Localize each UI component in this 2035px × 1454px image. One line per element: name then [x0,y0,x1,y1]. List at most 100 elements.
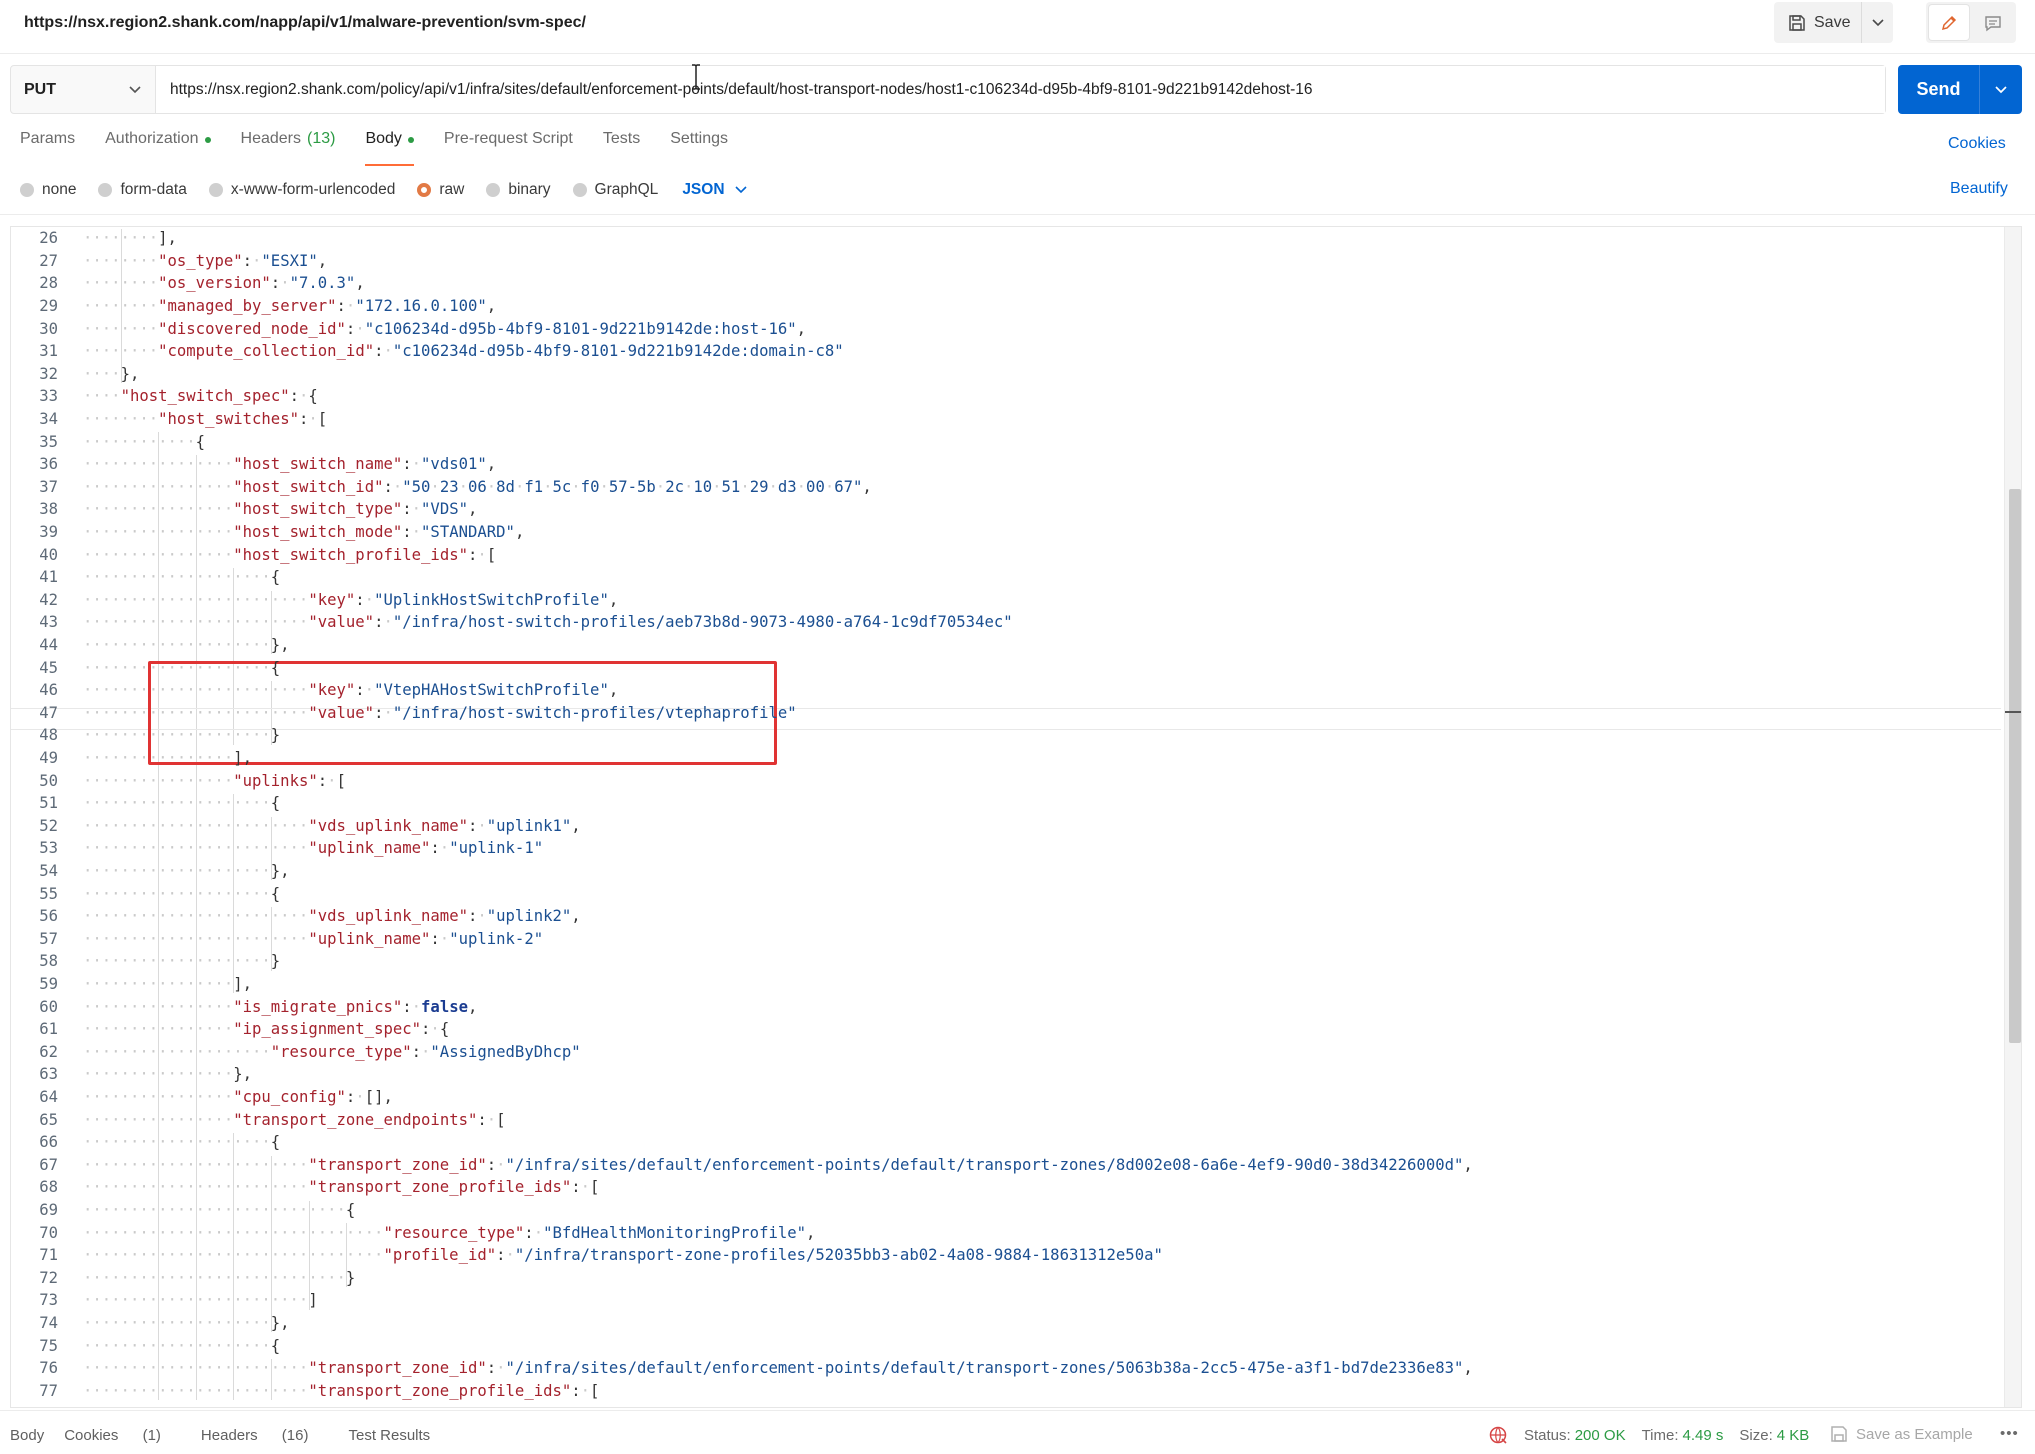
tab-body[interactable]: Body [365,130,415,166]
line-number: 56 [39,907,58,926]
response-tab-test-results[interactable]: Test Results [348,1427,430,1444]
status-dot [407,137,414,143]
tab-label: Params [20,130,76,147]
line-number: 40 [39,545,58,564]
time-value[interactable]: 4.49 s [1683,1427,1724,1444]
tab-prerequest-script[interactable]: Pre-request Script [444,130,573,166]
code-line: 59 ················], [11,973,2001,996]
code-text: ················"transport_zone_endpoint… [83,1110,506,1129]
method-label: PUT [24,80,56,98]
save-options-button[interactable] [1862,2,1893,43]
globe-icon[interactable] [1488,1425,1508,1445]
radio-circle [20,183,34,197]
code-line: 26 ········], [11,227,2001,250]
radio-raw[interactable]: raw [417,181,464,199]
code-line: 28 ········"os_version":·"7.0.3", [11,272,2001,295]
code-text: ························"transport_zone_… [83,1381,600,1400]
line-number: 69 [39,1201,58,1220]
comments-button[interactable] [1973,5,2013,40]
response-bar: Body Cookies (1) Headers (16) Test Resul… [0,1410,2035,1454]
line-number: 48 [39,726,58,745]
send-button[interactable]: Send [1898,65,1980,114]
send-options-button[interactable] [1980,65,2022,114]
response-tab-headers[interactable]: Headers (16) [201,1427,329,1444]
code-line: 66 ····················{ [11,1131,2001,1154]
code-text: ························"key":·"VtepHAHo… [83,681,619,700]
url-input[interactable]: https://nsx.region2.shank.com/policy/api… [156,66,1885,113]
line-number: 46 [39,681,58,700]
editor-scrollbar[interactable] [2004,227,2021,1407]
more-options-icon[interactable]: ••• [2000,1425,2019,1442]
code-line: 46 ························"key":·"VtepHA… [11,679,2001,702]
title-bar: https://nsx.region2.shank.com/napp/api/v… [0,0,2035,54]
line-number: 43 [39,613,58,632]
code-text: ········"discovered_node_id":·"c106234d-… [83,319,807,338]
code-text: ····················}, [83,862,290,881]
code-line: 31 ········"compute_collection_id":·"c106… [11,340,2001,363]
code-line: 57 ························"uplink_name":… [11,928,2001,951]
line-number: 67 [39,1155,58,1174]
request-tab-title[interactable]: https://nsx.region2.shank.com/napp/api/v… [24,14,586,32]
code-line: 50 ················"uplinks":·[ [11,769,2001,792]
cookies-link[interactable]: Cookies [1948,135,2006,153]
line-number: 39 [39,523,58,542]
save-as-example-button[interactable]: Save as Example [1830,1425,1973,1443]
tab-authorization[interactable]: Authorization [105,130,211,166]
line-number: 73 [39,1291,58,1310]
size-value[interactable]: 4 KB [1777,1427,1810,1444]
radio-binary[interactable]: binary [486,181,551,199]
size-label: Size: [1739,1426,1773,1444]
response-tab-cookies[interactable]: Cookies (1) [64,1427,181,1444]
code-text: ························"transport_zone_… [83,1155,1473,1174]
radio-none[interactable]: none [20,181,76,199]
line-number: 77 [39,1381,58,1400]
code-text: ························"transport_zone_… [83,1178,600,1197]
request-bar: PUT https://nsx.region2.shank.com/policy… [10,65,1886,114]
code-text: ····················"resource_type":·"As… [83,1042,581,1061]
line-number: 58 [39,952,58,971]
code-text: ················"host_switch_profile_ids… [83,545,497,564]
code-line: 62 ····················"resource_type":·"… [11,1041,2001,1064]
beautify-link[interactable]: Beautify [1950,180,2008,198]
code-line: 32 ····}, [11,363,2001,386]
code-line: 58 ····················} [11,950,2001,973]
code-line: 34 ········"host_switches":·[ [11,408,2001,431]
line-number: 64 [39,1088,58,1107]
code-line: 70 ································"resou… [11,1221,2001,1244]
response-tab-body[interactable]: Body [10,1427,44,1444]
status-dot [204,137,211,143]
code-text: ························"uplink_name":·"… [83,929,544,948]
tab-settings[interactable]: Settings [670,130,728,166]
save-group: Save [1774,2,1893,43]
code-line: 43 ························"value":·"/inf… [11,611,2001,634]
code-text: ························"vds_uplink_name… [83,907,581,926]
scrollbar-thumb[interactable] [2009,489,2021,1043]
format-select[interactable]: JSON [682,181,747,199]
code-editor[interactable]: 26 ········], 27 ········"os_type":·"ESXI",… [10,226,2022,1408]
line-number: 63 [39,1065,58,1084]
chevron-down-icon [129,85,141,93]
save-button[interactable]: Save [1774,2,1862,43]
code-line: 52 ························"vds_uplink_na… [11,815,2001,838]
radio-form-data[interactable]: form-data [98,181,187,199]
radio-circle [98,183,113,197]
line-number: 49 [39,749,58,768]
code-text: ················"host_switch_name":·"vds… [83,455,497,474]
edit-mode-button[interactable] [1929,5,1969,40]
status-value[interactable]: 200 OK [1575,1427,1626,1444]
tab-params[interactable]: Params [20,130,75,166]
body-type-selector: none form-data x-www-form-urlencoded raw… [20,180,747,200]
radio-urlencoded[interactable]: x-www-form-urlencoded [208,181,395,199]
code-text: ····}, [83,364,140,383]
line-number: 44 [39,636,58,655]
code-line: 39 ················"host_switch_mode":·"S… [11,521,2001,544]
radio-graphql[interactable]: GraphQL [572,181,658,199]
tab-label: Cookies [64,1427,119,1444]
method-select[interactable]: PUT [11,66,156,113]
tab-tests[interactable]: Tests [603,130,640,166]
code-line: 74 ····················}, [11,1312,2001,1335]
code-text: ····················{ [83,1336,281,1355]
code-line: 35 ············{ [11,430,2001,453]
code-text: ························"value":·"/infra… [83,613,1013,632]
tab-headers[interactable]: Headers (13) [241,130,336,166]
